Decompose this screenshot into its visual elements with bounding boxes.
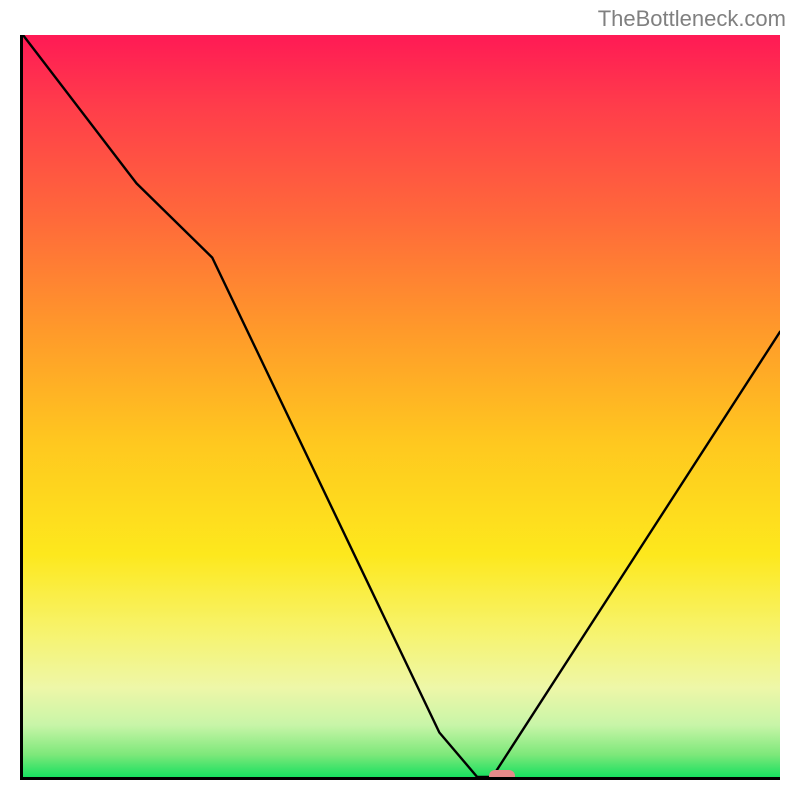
curve-svg	[23, 35, 780, 777]
watermark-text: TheBottleneck.com	[598, 6, 786, 32]
plot-area	[20, 35, 780, 780]
optimal-point-marker	[489, 770, 515, 780]
bottleneck-curve-line	[23, 35, 780, 777]
bottleneck-chart: TheBottleneck.com	[0, 0, 800, 800]
